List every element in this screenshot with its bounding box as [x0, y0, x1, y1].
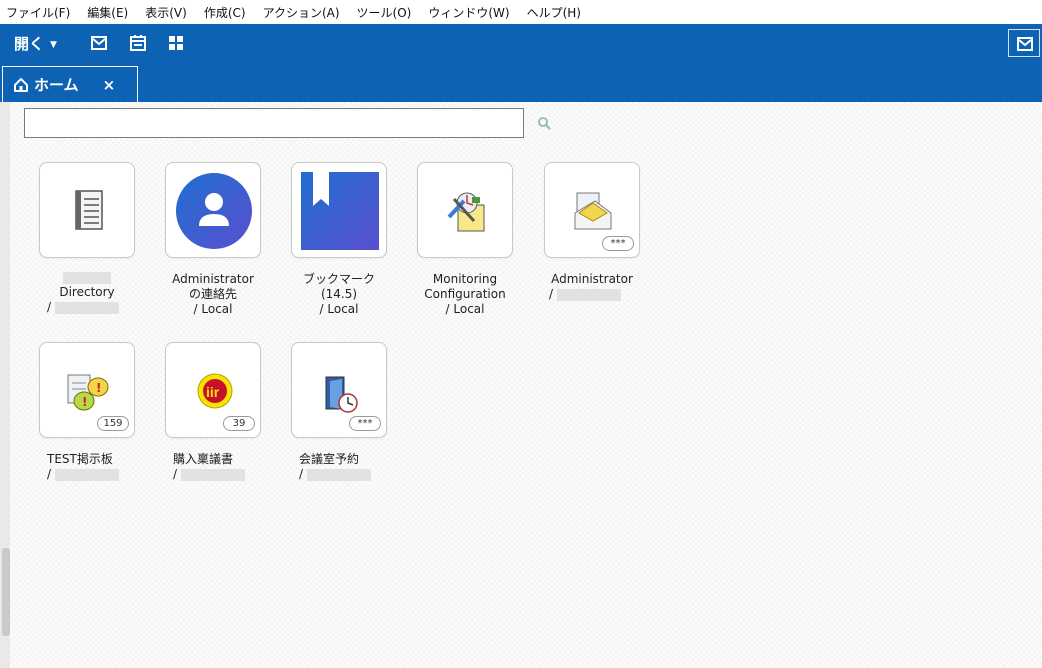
database-tile-directory[interactable] [39, 162, 135, 258]
database-tile-admin-contacts[interactable] [165, 162, 261, 258]
tile-path: / Local [193, 302, 233, 316]
tile-caption-admin-contacts: Administrator の連絡先 / Local [153, 272, 273, 317]
grid-icon[interactable] [167, 34, 185, 52]
unread-badge: 159 [97, 416, 129, 431]
menu-bar: ファイル(F) 編集(E) 表示(V) 作成(C) アクション(A) ツール(O… [0, 0, 1042, 24]
room-reservation-icon [325, 376, 358, 413]
menu-help[interactable]: ヘルプ(H) [527, 4, 581, 21]
unread-badge: 39 [223, 416, 255, 431]
menu-action[interactable]: アクション(A) [263, 4, 340, 21]
discussion-icon: ! ! [67, 374, 109, 411]
database-tile-purchase-approval[interactable]: iir 39 [165, 342, 261, 438]
tile-caption-admin-mail: Administrator / [532, 272, 652, 302]
tile-title: ブックマーク [302, 272, 375, 286]
database-tile-admin-mail[interactable]: *** [544, 162, 640, 258]
tile-title: 購入稟議書 [173, 452, 234, 466]
redacted-text [55, 468, 120, 481]
redacted-text [557, 288, 622, 301]
database-tile-bookmarks[interactable] [291, 162, 387, 258]
svg-text:!: ! [82, 395, 87, 409]
tile-caption-room-booking: 会議室予約 / [299, 452, 419, 482]
address-book-icon [75, 190, 103, 230]
workflow-badge-icon: iir [197, 373, 233, 409]
tile-path: / [173, 467, 178, 481]
close-icon[interactable]: × [103, 76, 116, 94]
monitoring-config-icon [447, 192, 485, 232]
mail-file-icon [574, 192, 612, 230]
unread-badge: *** [349, 416, 381, 431]
user-avatar-icon [176, 173, 252, 249]
database-tile-test-board[interactable]: ! ! 159 [39, 342, 135, 438]
redacted-text [307, 468, 372, 481]
tile-title: Directory [59, 285, 115, 299]
menu-edit[interactable]: 編集(E) [87, 4, 128, 21]
redacted-text [181, 468, 246, 481]
redacted-text [55, 301, 120, 314]
tile-path: / [47, 300, 52, 314]
svg-text:iir: iir [206, 384, 220, 400]
open-label: 開く [14, 35, 45, 53]
menu-view[interactable]: 表示(V) [145, 4, 187, 21]
redacted-text [63, 271, 111, 284]
database-tile-monitoring[interactable] [417, 162, 513, 258]
search-icon[interactable] [537, 116, 551, 130]
tile-path: / [549, 287, 554, 301]
database-tile-room-booking[interactable]: *** [291, 342, 387, 438]
tab-bar: ホーム × [0, 64, 1042, 102]
tile-path: / Local [445, 302, 485, 316]
open-button[interactable]: 開く ▼ [14, 33, 57, 54]
tile-path: / [299, 467, 304, 481]
tile-path: / [47, 467, 52, 481]
mail-icon [1017, 37, 1033, 51]
tile-title: Monitoring [432, 272, 498, 286]
tile-caption-bookmarks: ブックマーク (14.5) / Local [279, 272, 399, 317]
chevron-down-icon: ▼ [50, 39, 57, 50]
tile-subtitle: (14.5) [320, 287, 358, 301]
tile-subtitle: Configuration [424, 287, 506, 301]
menu-tools[interactable]: ツール(O) [357, 4, 412, 21]
unread-badge: *** [602, 236, 634, 251]
tile-path: / Local [319, 302, 359, 316]
tile-caption-test-board: TEST掲示板 / [47, 452, 167, 482]
tile-title: Administrator [551, 272, 633, 286]
tile-caption-purchase-approval: 購入稟議書 / [173, 452, 293, 482]
tile-caption-monitoring: Monitoring Configuration / Local [405, 272, 525, 317]
bookmark-icon [301, 172, 379, 250]
toolbar: 開く ▼ [0, 24, 1042, 64]
tile-title: Administrator [172, 272, 254, 286]
menu-window[interactable]: ウィンドウ(W) [428, 4, 509, 21]
tile-title: 会議室予約 [299, 452, 360, 466]
tile-subtitle: の連絡先 [188, 287, 237, 301]
splitter-handle[interactable] [2, 548, 10, 636]
home-icon [14, 77, 28, 92]
tile-title: TEST掲示板 [47, 452, 113, 466]
calendar-icon[interactable] [129, 34, 147, 52]
tab-home[interactable]: ホーム × [2, 66, 138, 102]
tile-caption-directory: Directory / [27, 270, 147, 315]
mail-button[interactable] [1008, 29, 1040, 57]
tab-label: ホーム [34, 76, 79, 94]
search-input[interactable] [24, 108, 524, 138]
svg-text:!: ! [96, 381, 101, 395]
menu-file[interactable]: ファイル(F) [6, 4, 70, 21]
menu-create[interactable]: 作成(C) [204, 4, 246, 21]
mail-icon[interactable] [90, 34, 108, 52]
